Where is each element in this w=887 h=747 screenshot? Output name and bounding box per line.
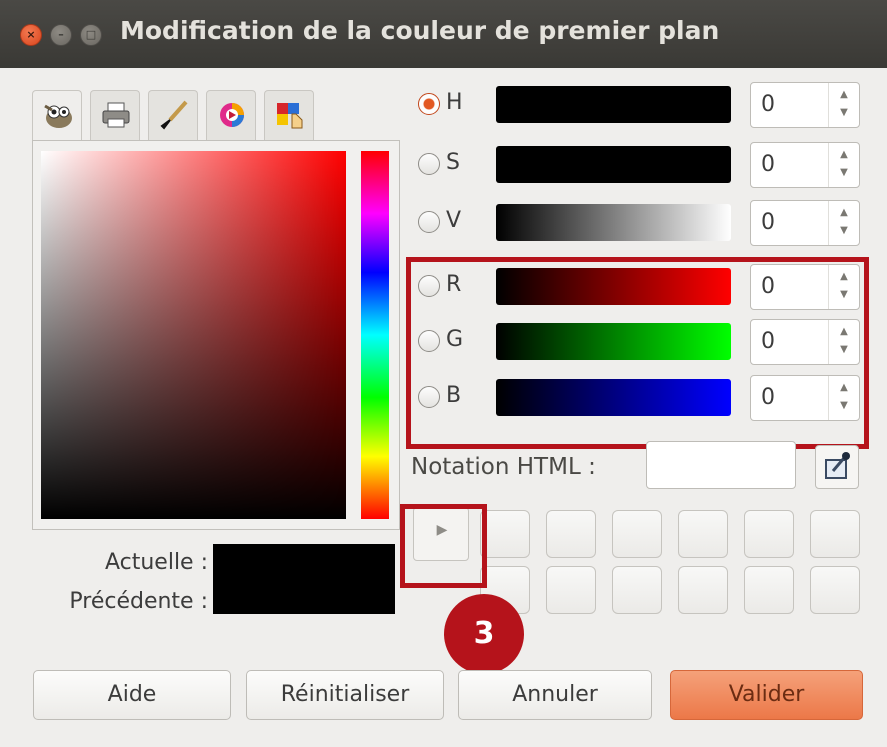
arrow-down-icon[interactable]: ▼ [829,107,859,118]
arrow-down-icon[interactable]: ▼ [829,167,859,178]
spin-arrows-h[interactable]: ▲ ▼ [828,83,859,127]
close-button[interactable]: × [20,24,42,46]
saturation-value-square[interactable] [41,151,346,519]
tab-watercolor[interactable] [148,90,198,140]
history-swatch[interactable] [678,510,728,558]
tab-gimp-selector[interactable] [32,90,82,146]
previous-color-label: Précédente : [69,589,208,614]
history-swatch[interactable] [744,510,794,558]
slider-s[interactable] [496,146,731,183]
channel-label-v: V [446,208,462,233]
history-swatch[interactable] [678,566,728,614]
spin-arrows-s[interactable]: ▲ ▼ [828,143,859,187]
palette-pointer-icon [277,103,303,129]
reset-button[interactable]: Réinitialiser [246,670,444,720]
maximize-button[interactable]: □ [80,24,102,46]
history-swatch[interactable] [546,566,596,614]
minimize-icon: – [58,28,64,41]
radio-v[interactable] [418,211,440,233]
spin-value-h: 0 [761,92,775,117]
history-swatch[interactable] [612,566,662,614]
minimize-button[interactable]: – [50,24,72,46]
title-bar: × – □ Modification de la couleur de prem… [0,0,887,68]
maximize-icon: □ [85,28,97,41]
color-selector-panel [32,140,400,530]
arrow-up-icon[interactable]: ▲ [829,89,859,100]
spin-s[interactable]: 0 ▲ ▼ [750,142,860,188]
tab-wheel[interactable] [206,90,256,140]
arrow-up-icon[interactable]: ▲ [829,149,859,160]
radio-h[interactable] [418,93,440,115]
history-swatch[interactable] [810,510,860,558]
tab-cmyk[interactable] [90,90,140,140]
ok-button[interactable]: Valider [670,670,863,720]
current-color-label: Actuelle : [104,550,208,575]
history-swatch[interactable] [744,566,794,614]
history-swatch[interactable] [480,510,530,558]
spin-value-v: 0 [761,210,775,235]
expander-highlight-box [400,504,487,588]
arrow-up-icon[interactable]: ▲ [829,207,859,218]
channel-row-h: H 0 ▲ ▼ [416,80,866,130]
spin-value-s: 0 [761,152,775,177]
arrow-down-icon[interactable]: ▼ [829,225,859,236]
eyedropper-icon [825,452,850,479]
spin-arrows-v[interactable]: ▲ ▼ [828,201,859,245]
channel-label-s: S [446,150,460,175]
color-swatch-current-previous [213,544,395,614]
channel-row-s: S 0 ▲ ▼ [416,140,866,190]
history-swatch[interactable] [546,510,596,558]
gimp-wilber-icon [44,104,72,128]
channel-label-h: H [446,90,463,115]
help-button[interactable]: Aide [33,670,231,720]
html-notation-label: Notation HTML : [411,454,596,480]
slider-h[interactable] [496,86,731,123]
channel-row-v: V 0 ▲ ▼ [416,198,866,248]
printer-icon [102,102,130,128]
html-notation-input[interactable] [646,441,796,489]
window-title: Modification de la couleur de premier pl… [120,16,720,45]
history-swatch[interactable] [810,566,860,614]
radio-s[interactable] [418,153,440,175]
history-swatch[interactable] [612,510,662,558]
spin-h[interactable]: 0 ▲ ▼ [750,82,860,128]
color-wheel-icon [220,103,244,127]
close-icon: × [26,28,36,41]
step-badge: 3 [444,594,524,674]
paintbrush-icon [160,100,188,130]
hue-strip[interactable] [361,151,389,519]
slider-v[interactable] [496,204,731,241]
rgb-highlight-box [406,257,869,449]
tab-palette[interactable] [264,90,314,140]
cancel-button[interactable]: Annuler [458,670,652,720]
spin-v[interactable]: 0 ▲ ▼ [750,200,860,246]
color-picker-button[interactable] [815,445,859,489]
